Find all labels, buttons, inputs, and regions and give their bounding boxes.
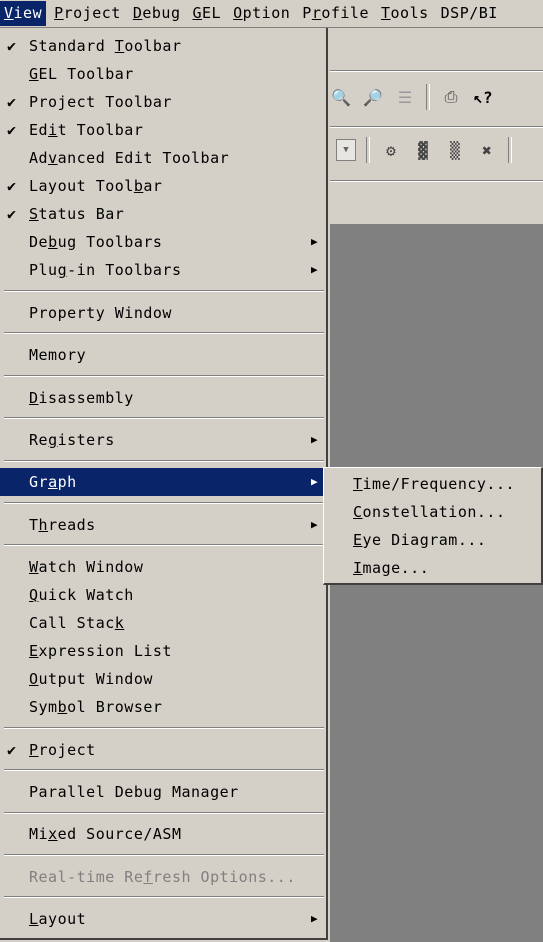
menu-item-symbol-browser[interactable]: Symbol Browser bbox=[0, 693, 324, 721]
stop-build-icon[interactable]: ✖ bbox=[476, 139, 498, 161]
menu-project[interactable]: Project bbox=[50, 1, 125, 26]
check-icon: ✔ bbox=[7, 741, 17, 759]
menu-item-debug-toolbars[interactable]: Debug Toolbars ▶ bbox=[0, 228, 324, 256]
find-next-icon[interactable]: 🔎 bbox=[362, 86, 384, 108]
menu-option[interactable]: Option bbox=[229, 1, 294, 26]
triangle-right-icon: ▶ bbox=[311, 518, 319, 531]
help-pointer-icon[interactable]: ↖? bbox=[472, 86, 494, 108]
check-icon: ✔ bbox=[7, 37, 17, 55]
menu-separator bbox=[4, 460, 324, 462]
menu-item-edit-toolbar[interactable]: ✔ Edit Toolbar bbox=[0, 116, 324, 144]
toolbar-divider-3 bbox=[330, 180, 543, 182]
menu-item-plugin-toolbars[interactable]: Plug-in Toolbars ▶ bbox=[0, 256, 324, 284]
menu-separator bbox=[4, 812, 324, 814]
project-toolbar: 🔍 🔎 ☰ ⎙ ↖? bbox=[330, 84, 494, 110]
build-icon[interactable]: ▓ bbox=[412, 139, 434, 161]
submenu-item-time-frequency[interactable]: Time/Frequency... bbox=[324, 470, 542, 498]
menu-item-disassembly[interactable]: Disassembly bbox=[0, 384, 324, 412]
menu-item-output-window[interactable]: Output Window bbox=[0, 665, 324, 693]
triangle-right-icon: ▶ bbox=[311, 263, 319, 276]
toolbar-divider bbox=[330, 70, 543, 72]
menu-item-graph[interactable]: Graph ▶ bbox=[0, 468, 324, 496]
menu-item-expression-list[interactable]: Expression List bbox=[0, 637, 324, 665]
rebuild-icon[interactable]: ▒ bbox=[444, 139, 466, 161]
menu-separator bbox=[4, 854, 324, 856]
menu-item-project[interactable]: ✔ Project bbox=[0, 736, 324, 764]
menu-separator bbox=[4, 727, 324, 729]
menu-item-standard-toolbar[interactable]: ✔ Standard Toolbar bbox=[0, 32, 324, 60]
menu-separator bbox=[4, 769, 324, 771]
menu-item-realtime-refresh-options: Real-time Refresh Options... bbox=[29, 868, 296, 886]
check-icon: ✔ bbox=[7, 205, 17, 223]
menu-separator bbox=[4, 502, 324, 504]
view-menu: ✔ Standard Toolbar GEL Toolbar ✔ Project… bbox=[0, 28, 328, 940]
check-icon: ✔ bbox=[7, 121, 17, 139]
menu-separator bbox=[4, 375, 324, 377]
find-in-files-icon[interactable]: ☰ bbox=[394, 86, 416, 108]
triangle-right-icon: ▶ bbox=[311, 475, 319, 488]
toolbar-separator-3 bbox=[508, 137, 512, 163]
menu-gel[interactable]: GEL bbox=[189, 1, 226, 26]
submenu-item-eye-diagram[interactable]: Eye Diagram... bbox=[324, 526, 542, 554]
find-icon[interactable]: 🔍 bbox=[330, 86, 352, 108]
toolbar-separator bbox=[426, 84, 430, 110]
toolbar-separator-2 bbox=[366, 137, 370, 163]
menu-item-status-bar[interactable]: ✔ Status Bar bbox=[0, 200, 324, 228]
submenu-item-image[interactable]: Image... bbox=[324, 554, 542, 582]
menu-item-call-stack[interactable]: Call Stack bbox=[0, 609, 324, 637]
menu-item-gel-toolbar[interactable]: GEL Toolbar bbox=[0, 60, 324, 88]
menu-item-quick-watch[interactable]: Quick Watch bbox=[0, 581, 324, 609]
menu-item-layout-toolbar[interactable]: ✔ Layout Toolbar bbox=[0, 172, 324, 200]
triangle-right-icon: ▶ bbox=[311, 433, 319, 446]
menu-item-mixed-source-asm[interactable]: Mixed Source/ASM bbox=[0, 820, 324, 848]
compile-icon[interactable]: ⚙ bbox=[380, 139, 402, 161]
menu-item-memory[interactable]: Memory bbox=[0, 341, 324, 369]
menu-tools[interactable]: Tools bbox=[377, 1, 433, 26]
menu-item-property-window[interactable]: Property Window bbox=[0, 299, 324, 327]
menu-dsp-bios[interactable]: DSP/BI bbox=[437, 1, 502, 26]
menu-separator bbox=[4, 332, 324, 334]
check-icon: ✔ bbox=[7, 93, 17, 111]
build-toolbar: ▼ ⚙ ▓ ▒ ✖ bbox=[336, 137, 512, 163]
submenu-item-constellation[interactable]: Constellation... bbox=[324, 498, 542, 526]
menu-item-project-toolbar[interactable]: ✔ Project Toolbar bbox=[0, 88, 324, 116]
triangle-right-icon: ▶ bbox=[311, 912, 319, 925]
combo-dropdown-icon[interactable]: ▼ bbox=[336, 139, 356, 161]
menu-item-parallel-debug-manager[interactable]: Parallel Debug Manager bbox=[0, 778, 324, 806]
menu-item-registers[interactable]: Registers ▶ bbox=[0, 426, 324, 454]
graph-submenu: Time/Frequency... Constellation... Eye D… bbox=[323, 467, 543, 585]
menu-bar: View Project Debug GEL Option Profile To… bbox=[0, 0, 543, 28]
menu-separator bbox=[4, 896, 324, 898]
menu-item-watch-window[interactable]: Watch Window bbox=[0, 553, 324, 581]
menu-profile[interactable]: Profile bbox=[298, 1, 373, 26]
menu-debug[interactable]: Debug bbox=[129, 1, 185, 26]
check-icon: ✔ bbox=[7, 177, 17, 195]
menu-item-layout[interactable]: Layout ▶ bbox=[0, 905, 324, 933]
menu-separator bbox=[4, 290, 324, 292]
menu-separator bbox=[4, 417, 324, 419]
menu-item-threads[interactable]: Threads ▶ bbox=[0, 511, 324, 539]
toolbar-divider-2 bbox=[330, 126, 543, 128]
triangle-right-icon: ▶ bbox=[311, 235, 319, 248]
print-icon[interactable]: ⎙ bbox=[440, 86, 462, 108]
menu-separator bbox=[4, 544, 324, 546]
menu-view[interactable]: View bbox=[0, 1, 47, 26]
menu-item-advanced-edit-toolbar[interactable]: Advanced Edit Toolbar bbox=[0, 144, 324, 172]
